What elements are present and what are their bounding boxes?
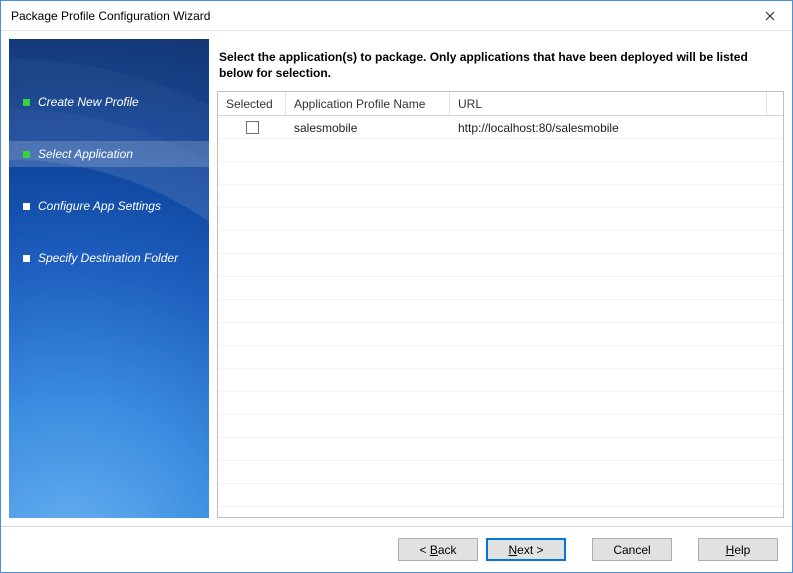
column-header-url[interactable]: URL — [450, 92, 767, 115]
step-select-application[interactable]: Select Application — [9, 141, 209, 167]
cancel-button[interactable]: Cancel — [592, 538, 672, 561]
cell-selected — [218, 121, 286, 134]
page-instruction: Select the application(s) to package. On… — [219, 49, 782, 81]
step-bullet-icon — [23, 99, 30, 106]
step-specify-destination-folder[interactable]: Specify Destination Folder — [9, 245, 209, 271]
close-icon — [765, 11, 775, 21]
step-label: Specify Destination Folder — [38, 251, 178, 265]
back-button[interactable]: < Back — [398, 538, 478, 561]
step-label: Configure App Settings — [38, 199, 161, 213]
help-button-rest: elp — [734, 543, 750, 557]
close-button[interactable] — [747, 1, 792, 31]
step-create-new-profile[interactable]: Create New Profile — [9, 89, 209, 115]
cell-app-url: http://localhost:80/salesmobile — [450, 121, 767, 135]
column-header-padding — [767, 92, 783, 115]
help-button-label: H — [726, 543, 735, 557]
next-button-rest: ext > — [517, 543, 543, 557]
back-button-label: B — [430, 543, 438, 557]
wizard-footer: < Back Next > Cancel Help — [1, 526, 792, 572]
wizard-body: Create New Profile Select Application Co… — [1, 31, 792, 526]
back-button-rest: ack — [438, 543, 457, 557]
help-button[interactable]: Help — [698, 538, 778, 561]
grid-header: Selected Application Profile Name URL — [218, 92, 783, 116]
step-bullet-icon — [23, 151, 30, 158]
step-label: Select Application — [38, 147, 133, 161]
table-row[interactable]: salesmobile http://localhost:80/salesmob… — [218, 116, 783, 139]
next-button-u: N — [508, 543, 517, 557]
step-label: Create New Profile — [38, 95, 139, 109]
wizard-main: Select the application(s) to package. On… — [217, 39, 784, 518]
cell-app-name: salesmobile — [286, 121, 450, 135]
wizard-window: Package Profile Configuration Wizard Cre… — [0, 0, 793, 573]
step-bullet-icon — [23, 203, 30, 210]
column-header-name[interactable]: Application Profile Name — [286, 92, 450, 115]
grid-body[interactable]: salesmobile http://localhost:80/salesmob… — [218, 116, 783, 517]
row-checkbox[interactable] — [246, 121, 259, 134]
wizard-steps-sidebar: Create New Profile Select Application Co… — [9, 39, 209, 518]
window-title: Package Profile Configuration Wizard — [11, 9, 747, 23]
next-button[interactable]: Next > — [486, 538, 566, 561]
column-header-selected[interactable]: Selected — [218, 92, 286, 115]
step-bullet-icon — [23, 255, 30, 262]
step-configure-app-settings[interactable]: Configure App Settings — [9, 193, 209, 219]
titlebar: Package Profile Configuration Wizard — [1, 1, 792, 31]
applications-grid: Selected Application Profile Name URL sa… — [217, 91, 784, 518]
